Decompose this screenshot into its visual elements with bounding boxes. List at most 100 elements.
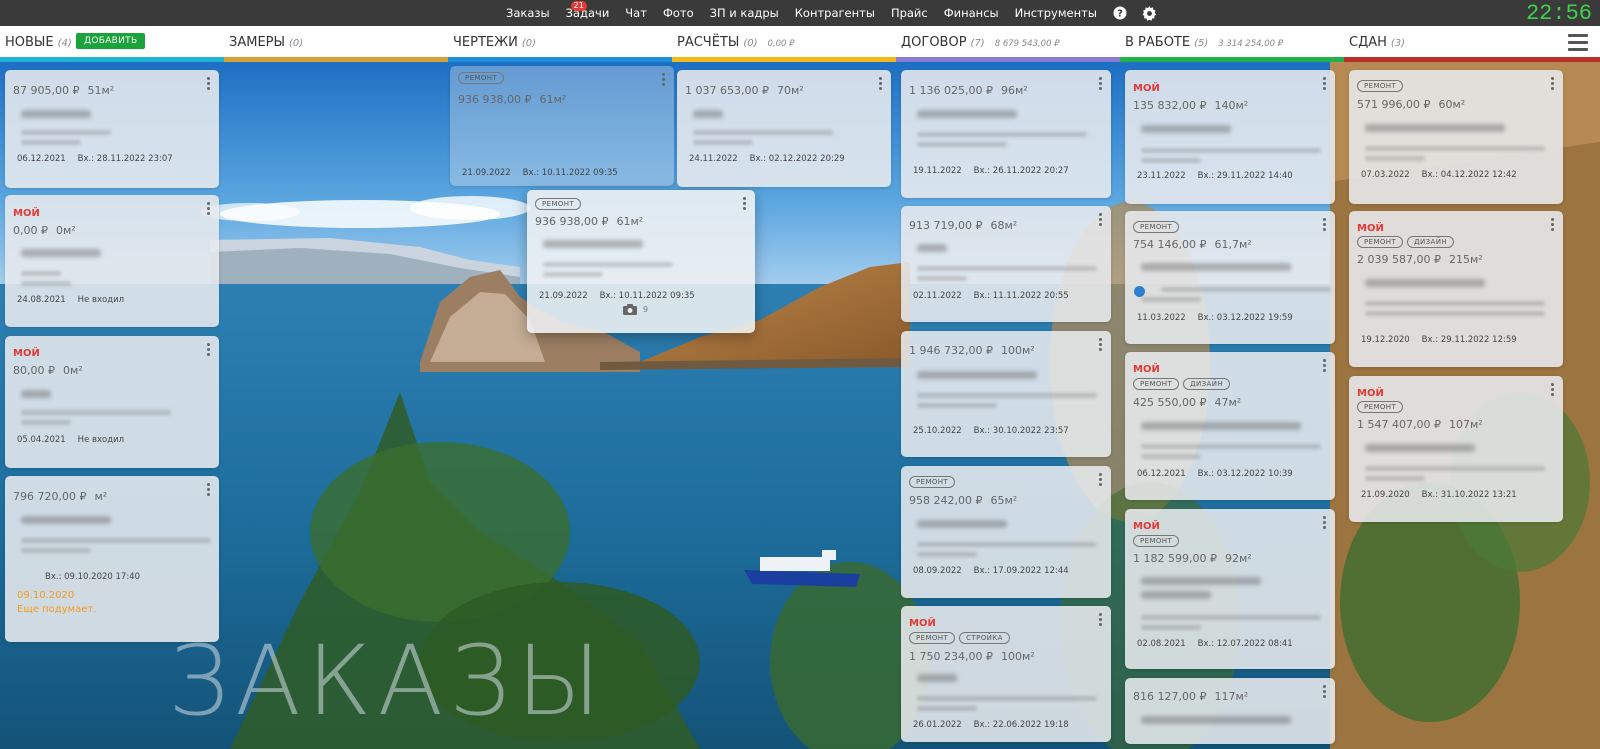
order-card[interactable]: МОЙ РЕМОНТ СТРОЙКА 1 750 234,00 ₽ 100м² 26… — [901, 606, 1111, 742]
order-card[interactable]: РЕМОНТ 571 996,00 ₽ 60м² 07.03.2022 Вх.: 0… — [1349, 70, 1563, 204]
order-card[interactable]: МОЙ 80,00 ₽ 0м² 05.04.2021 Не входил — [5, 336, 219, 468]
order-card[interactable]: МОЙ РЕМОНТ ДИЗАЙН 2 039 587,00 ₽ 215м² 19.… — [1349, 211, 1563, 367]
column-sum: 3 314 254,00 ₽ — [1218, 39, 1284, 49]
card-note-date: 09.10.2020 — [17, 590, 75, 601]
card-menu-icon[interactable] — [1551, 383, 1555, 397]
blurred-client-name — [1141, 577, 1261, 585]
column-count: (0) — [521, 38, 537, 49]
blurred-address — [21, 538, 211, 543]
card-price: 1 037 653,00 ₽ — [685, 84, 769, 97]
blurred-client-name — [1141, 716, 1291, 724]
mine-label: МОЙ — [1357, 223, 1384, 234]
card-menu-icon[interactable] — [1323, 685, 1327, 699]
gear-icon[interactable] — [1142, 5, 1157, 21]
card-menu-icon[interactable] — [1099, 77, 1103, 91]
card-menu-icon[interactable] — [207, 343, 211, 357]
card-menu-icon[interactable] — [1099, 613, 1103, 627]
blurred-address — [543, 272, 603, 277]
dragged-order-card[interactable]: РЕМОНТ 936 938,00 ₽ 61м² 21.09.2022 Вх.: 1… — [527, 190, 755, 333]
blurred-client-name — [917, 110, 1017, 118]
card-tag: РЕМОНТ — [1357, 236, 1404, 248]
order-card[interactable]: РЕМОНТ 754 146,00 ₽ 61,7м² 11.03.2022 Вх.:… — [1125, 211, 1335, 344]
blurred-client-name — [917, 674, 957, 682]
order-card[interactable]: 1 136 025,00 ₽ 96м² 19.11.2022 Вх.: 26.11.… — [901, 70, 1111, 198]
nav-payroll[interactable]: ЗП и кадры — [710, 6, 779, 20]
hamburger-menu-icon[interactable] — [1568, 34, 1588, 51]
add-order-button[interactable]: ДОБАВИТЬ — [76, 33, 146, 49]
order-card[interactable]: 1 946 732,00 ₽ 100м² 25.10.2022 Вх.: 30.10… — [901, 331, 1111, 457]
blurred-client-name — [21, 249, 101, 257]
blurred-client-name — [1141, 263, 1291, 271]
card-area: 140м² — [1214, 99, 1249, 112]
order-card[interactable]: 796 720,00 ₽ м² Вх.: 09.10.2020 17:40 09.… — [5, 476, 219, 642]
card-menu-icon[interactable] — [1099, 213, 1103, 227]
order-card[interactable]: МОЙ 135 832,00 ₽ 140м² 23.11.2022 Вх.: 29.… — [1125, 70, 1335, 204]
clock: 22:56 — [1525, 1, 1592, 26]
card-entry: Вх.: 10.11.2022 09:35 — [522, 168, 618, 178]
nav-finance[interactable]: Финансы — [944, 6, 999, 20]
column-header-in-progress[interactable]: В РАБОТЕ (5) 3 314 254,00 ₽ — [1120, 26, 1344, 62]
order-card[interactable]: МОЙ РЕМОНТ ДИЗАЙН 425 550,00 ₽ 47м² 06.12.… — [1125, 352, 1335, 500]
card-menu-icon[interactable] — [1099, 338, 1103, 352]
order-card[interactable]: МОЙ РЕМОНТ 1 182 599,00 ₽ 92м² 02.08.2021… — [1125, 509, 1335, 669]
order-card[interactable]: 913 719,00 ₽ 68м² 02.11.2022 Вх.: 11.11.20… — [901, 206, 1111, 322]
blurred-address — [1141, 625, 1201, 630]
card-area: 215м² — [1448, 253, 1483, 266]
blurred-address — [21, 281, 71, 286]
card-entry: Вх.: 10.11.2022 09:35 — [599, 291, 695, 301]
nav-pricelist[interactable]: Прайс — [891, 6, 928, 20]
blurred-address — [917, 696, 1097, 701]
column-header-new[interactable]: НОВЫЕ (4) ДОБАВИТЬ — [0, 26, 224, 62]
nav-tools[interactable]: Инструменты — [1015, 6, 1097, 20]
column-sum: 0,00 ₽ — [767, 39, 795, 49]
card-tag: РЕМОНТ — [1133, 221, 1180, 233]
blurred-address — [917, 706, 977, 711]
card-date: 06.12.2021 — [17, 154, 66, 164]
order-card[interactable]: 1 037 653,00 ₽ 70м² 24.11.2022 Вх.: 02.12.… — [677, 70, 891, 187]
card-menu-icon[interactable] — [1099, 473, 1103, 487]
blurred-address — [917, 276, 967, 281]
card-menu-icon[interactable] — [207, 77, 211, 91]
card-entry: Вх.: 30.10.2022 23:57 — [973, 426, 1069, 436]
card-menu-icon[interactable] — [1551, 218, 1555, 232]
column-header-drawings[interactable]: ЧЕРТЕЖИ (0) — [448, 26, 672, 62]
blurred-address — [1161, 287, 1331, 292]
card-menu-icon[interactable] — [1551, 77, 1555, 91]
card-menu-icon[interactable] — [1323, 77, 1327, 91]
order-card[interactable]: РЕМОНТ 958 242,00 ₽ 65м² 08.09.2022 Вх.: 1… — [901, 466, 1111, 598]
card-price: 1 750 234,00 ₽ — [909, 650, 993, 663]
card-menu-icon[interactable] — [1323, 218, 1327, 232]
blurred-client-name — [917, 520, 1007, 528]
nav-orders[interactable]: Заказы — [506, 6, 550, 20]
column-header-contract[interactable]: ДОГОВОР (7) 8 679 543,00 ₽ — [896, 26, 1120, 62]
card-menu-icon[interactable] — [879, 77, 883, 91]
blurred-client-name — [21, 390, 51, 398]
column-header-measurements[interactable]: ЗАМЕРЫ (0) — [224, 26, 448, 62]
order-card[interactable]: МОЙ 0,00 ₽ 0м² 24.08.2021 Не входил — [5, 195, 219, 327]
order-card[interactable]: 87 905,00 ₽ 51м² 06.12.2021 Вх.: 28.11.202… — [5, 70, 219, 188]
column-header-calculations[interactable]: РАСЧЁТЫ (0) 0,00 ₽ — [672, 26, 896, 62]
card-menu-icon[interactable] — [743, 197, 747, 211]
order-card[interactable]: 816 127,00 ₽ 117м² — [1125, 678, 1335, 744]
card-menu-icon[interactable] — [207, 202, 211, 216]
card-tag: ДИЗАЙН — [1183, 378, 1231, 390]
column-header-done[interactable]: СДАН (3) — [1344, 26, 1600, 62]
column-title: РАСЧЁТЫ — [677, 35, 740, 50]
blurred-client-name — [1141, 591, 1211, 599]
card-date: 02.08.2021 — [1137, 639, 1186, 649]
photo-count[interactable]: 9 — [623, 304, 648, 315]
blurred-address — [917, 393, 1097, 398]
card-tag: РЕМОНТ — [1357, 401, 1404, 413]
question-circle-icon[interactable]: ? — [1113, 6, 1128, 21]
blurred-client-name — [1365, 279, 1485, 287]
nav-photo[interactable]: Фото — [663, 6, 694, 20]
card-price: 936 938,00 ₽ — [535, 215, 609, 228]
nav-chat[interactable]: Чат — [625, 6, 647, 20]
card-entry: Вх.: 04.12.2022 12:42 — [1421, 170, 1517, 180]
nav-tasks[interactable]: 21 Задачи — [566, 1, 609, 20]
card-menu-icon[interactable] — [1323, 359, 1327, 373]
nav-contractors[interactable]: Контрагенты — [795, 6, 875, 20]
order-card[interactable]: МОЙ РЕМОНТ 1 547 407,00 ₽ 107м² 21.09.202… — [1349, 376, 1563, 522]
card-menu-icon[interactable] — [1323, 516, 1327, 530]
card-menu-icon[interactable] — [207, 483, 211, 497]
